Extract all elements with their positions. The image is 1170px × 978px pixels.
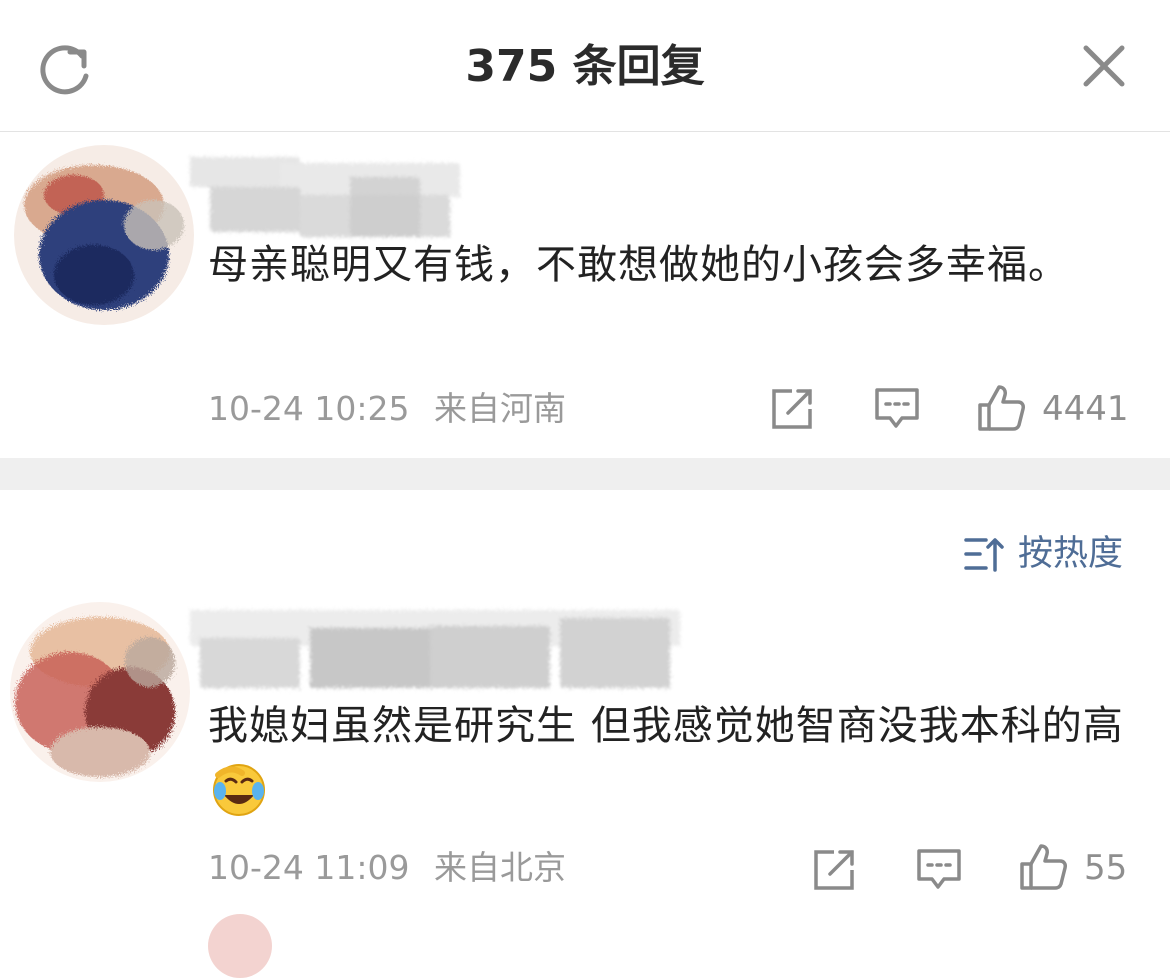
comment-time: 10-24 10:25 xyxy=(208,389,410,428)
comment-icon xyxy=(875,388,919,428)
close-button[interactable] xyxy=(1074,38,1134,98)
comment-item: 我媳妇虽然是研究生 但我感觉她智商没我本科的高 10-24 11:09 来自北京 xyxy=(0,590,1170,933)
comment-icon xyxy=(917,849,961,889)
share-icon xyxy=(814,850,854,890)
comment-location: 来自河南 xyxy=(433,389,566,428)
top-bar: 375 条回复 xyxy=(0,0,1170,132)
comment-button[interactable] xyxy=(874,387,920,431)
avatar-image xyxy=(10,602,190,782)
close-icon xyxy=(1083,45,1125,87)
comment-location: 来自北京 xyxy=(433,848,566,887)
like-count: 55 xyxy=(1084,848,1128,888)
thumbs-up-icon xyxy=(1020,844,1067,890)
page-title: 375 条回复 xyxy=(465,41,705,92)
section-divider xyxy=(0,458,1170,490)
sort-icon xyxy=(964,538,1004,572)
share-button[interactable] xyxy=(812,848,856,892)
sort-label: 按热度 xyxy=(1018,534,1124,574)
like-button[interactable] xyxy=(976,383,1026,433)
comment-item: 母亲聪明又有钱，不敢想做她的小孩会多幸福。 10-24 10:25 来自河南 4… xyxy=(0,133,1170,458)
comment-meta: 10-24 11:09 来自北京 xyxy=(208,844,566,892)
sort-by-hot-button[interactable]: 按热度 xyxy=(964,528,1123,580)
share-button[interactable] xyxy=(770,387,814,431)
comment-time: 10-24 11:09 xyxy=(208,848,410,887)
like-count: 4441 xyxy=(1042,389,1129,429)
thumbs-up-icon xyxy=(978,385,1025,431)
next-reply-avatar[interactable] xyxy=(208,914,272,978)
avatar[interactable] xyxy=(14,145,194,325)
comment-text-content: 我媳妇虽然是研究生 但我感觉她智商没我本科的高 xyxy=(208,703,1124,749)
like-button[interactable] xyxy=(1018,842,1068,892)
avatar[interactable] xyxy=(10,602,190,782)
avatar-image xyxy=(14,145,194,325)
comment-text: 我媳妇虽然是研究生 但我感觉她智商没我本科的高 xyxy=(208,692,1128,828)
laugh-cry-emoji xyxy=(213,764,265,816)
comment-button[interactable] xyxy=(916,848,962,892)
comment-meta: 10-24 10:25 来自河南 xyxy=(208,385,566,433)
share-icon xyxy=(772,389,812,429)
comment-text: 母亲聪明又有钱，不敢想做她的小孩会多幸福。 xyxy=(208,242,1069,288)
